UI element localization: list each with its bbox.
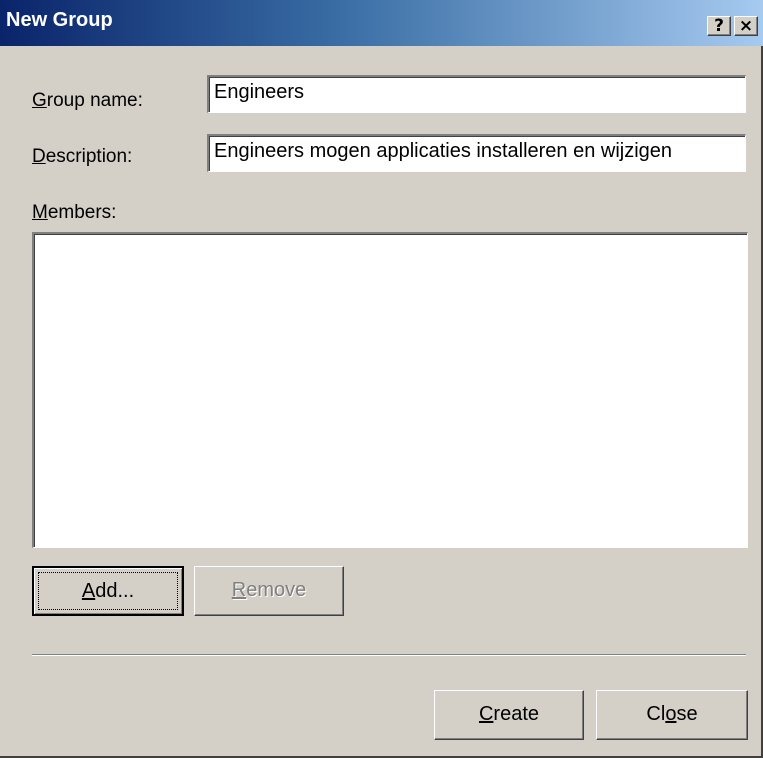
separator bbox=[32, 654, 746, 656]
close-button[interactable]: Close bbox=[596, 690, 748, 740]
group-name-label: Group name: bbox=[32, 90, 143, 112]
members-label-text-after: embers: bbox=[47, 202, 117, 223]
group-name-label-mnemonic: G bbox=[32, 90, 47, 111]
close-button-text-before: Cl bbox=[646, 703, 666, 725]
remove-button[interactable]: Remove bbox=[194, 566, 344, 616]
create-button-text-after: reate bbox=[493, 703, 540, 725]
help-button[interactable]: ? bbox=[707, 16, 731, 36]
close-icon: × bbox=[738, 16, 754, 36]
description-label-mnemonic: D bbox=[32, 146, 46, 167]
add-button[interactable]: Add... bbox=[32, 566, 184, 616]
members-label-mnemonic: M bbox=[32, 202, 48, 223]
add-button-text-after: dd... bbox=[95, 580, 135, 602]
help-icon: ? bbox=[714, 16, 724, 36]
group-name-value: Engineers bbox=[214, 81, 305, 103]
description-label-text-after: escription: bbox=[45, 146, 133, 167]
create-button[interactable]: Create bbox=[434, 690, 584, 740]
new-group-dialog: New Group ? × Group name: Engineers Desc… bbox=[0, 0, 763, 758]
group-name-input[interactable]: Engineers bbox=[207, 75, 746, 113]
remove-button-text-after: emove bbox=[246, 579, 307, 601]
close-button-text-after: se bbox=[676, 703, 698, 725]
close-window-button[interactable]: × bbox=[734, 16, 758, 36]
title-bar[interactable]: New Group ? × bbox=[0, 0, 763, 46]
create-button-mnemonic: C bbox=[478, 703, 494, 725]
close-button-mnemonic: o bbox=[665, 703, 677, 725]
description-input[interactable]: Engineers mogen applicaties installeren … bbox=[207, 134, 746, 172]
add-button-mnemonic: A bbox=[81, 580, 96, 602]
remove-button-mnemonic: R bbox=[231, 579, 247, 601]
members-label: Members: bbox=[32, 202, 116, 224]
description-value: Engineers mogen applicaties installeren … bbox=[214, 140, 673, 162]
description-label: Description: bbox=[32, 146, 132, 168]
members-list[interactable] bbox=[32, 232, 748, 548]
group-name-label-text-after: roup name: bbox=[46, 90, 143, 111]
window-title: New Group bbox=[6, 9, 113, 31]
